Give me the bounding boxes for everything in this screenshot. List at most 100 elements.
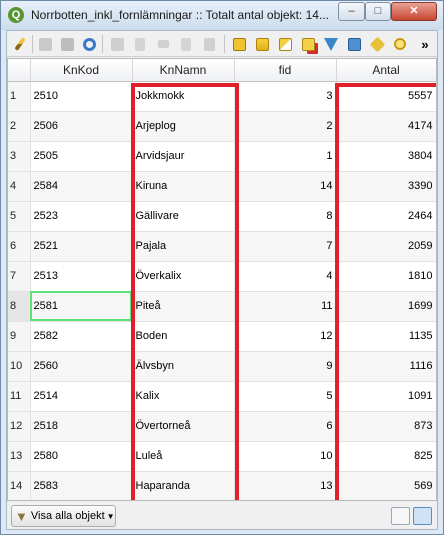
cell-knkod[interactable]: 2583 (30, 471, 133, 500)
delete-icon[interactable] (131, 35, 149, 53)
row-number[interactable]: 9 (8, 321, 31, 352)
refresh-icon[interactable] (80, 35, 98, 53)
table-row[interactable]: 12 2518 Övertorneå 6 873 (8, 411, 436, 442)
cell-fid[interactable]: 3 (234, 81, 337, 112)
cell-knnamn[interactable]: Piteå (132, 291, 235, 322)
table-row[interactable]: 10 2560 Älvsbyn 9 1116 (8, 351, 436, 382)
column-header-antal[interactable]: Antal (336, 59, 436, 82)
close-button[interactable]: ✕ (391, 2, 437, 21)
row-number[interactable]: 6 (8, 231, 31, 262)
cell-knkod[interactable]: 2505 (30, 141, 133, 172)
cell-fid[interactable]: 6 (234, 411, 337, 442)
table-row[interactable]: 11 2514 Kalix 5 1091 (8, 381, 436, 412)
cell-fid[interactable]: 2 (234, 111, 337, 142)
cell-knkod[interactable]: 2582 (30, 321, 133, 352)
expression-select-icon[interactable] (230, 35, 248, 53)
cell-knnamn[interactable]: Arvidsjaur (132, 141, 235, 172)
cell-fid[interactable]: 5 (234, 381, 337, 412)
edit-pencil-icon[interactable] (11, 35, 29, 53)
row-number[interactable]: 2 (8, 111, 31, 142)
cell-antal[interactable]: 1699 (336, 291, 436, 322)
cell-knnamn[interactable]: Haparanda (132, 471, 235, 500)
table-row[interactable]: 13 2580 Luleå 10 825 (8, 441, 436, 472)
cell-fid[interactable]: 11 (234, 291, 337, 322)
cell-antal[interactable]: 1116 (336, 351, 436, 382)
select-all-icon[interactable] (253, 35, 271, 53)
cell-fid[interactable]: 10 (234, 441, 337, 472)
cell-fid[interactable]: 9 (234, 351, 337, 382)
maximize-button[interactable]: □ (365, 2, 391, 21)
cell-knnamn[interactable]: Gällivare (132, 201, 235, 232)
title-bar[interactable]: Q Norrbotten_inkl_fornlämningar :: Total… (1, 1, 443, 30)
copy-icon[interactable] (177, 35, 195, 53)
corner-header[interactable] (8, 59, 31, 82)
table-row[interactable]: 3 2505 Arvidsjaur 1 3804 (8, 141, 436, 172)
cell-fid[interactable]: 12 (234, 321, 337, 352)
row-number[interactable]: 4 (8, 171, 31, 202)
cell-knkod[interactable]: 2560 (30, 351, 133, 382)
table-row[interactable]: 9 2582 Boden 12 1135 (8, 321, 436, 352)
cell-knnamn[interactable]: Arjeplog (132, 111, 235, 142)
cell-knnamn[interactable]: Kalix (132, 381, 235, 412)
cell-antal[interactable]: 1810 (336, 261, 436, 292)
table-row[interactable]: 8 2581 Piteå 11 1699 (8, 291, 436, 322)
cell-fid[interactable]: 7 (234, 231, 337, 262)
cell-antal[interactable]: 3390 (336, 171, 436, 202)
cell-knnamn[interactable]: Pajala (132, 231, 235, 262)
cell-antal[interactable]: 4174 (336, 111, 436, 142)
cell-fid[interactable]: 4 (234, 261, 337, 292)
cell-antal[interactable]: 5557 (336, 81, 436, 112)
row-number[interactable]: 1 (8, 81, 31, 112)
table-row[interactable]: 1 2510 Jokkmokk 3 5557 (8, 81, 436, 112)
cell-antal[interactable]: 2464 (336, 201, 436, 232)
deselect-icon[interactable] (299, 35, 317, 53)
add-feature-icon[interactable] (108, 35, 126, 53)
row-number[interactable]: 3 (8, 141, 31, 172)
cell-fid[interactable]: 8 (234, 201, 337, 232)
cell-knkod[interactable]: 2521 (30, 231, 133, 262)
cell-antal[interactable]: 825 (336, 441, 436, 472)
row-number[interactable]: 13 (8, 441, 31, 472)
toolbar-overflow-button[interactable]: » (416, 35, 434, 53)
cell-knkod[interactable]: 2518 (30, 411, 133, 442)
cell-fid[interactable]: 14 (234, 171, 337, 202)
form-view-icon[interactable] (391, 507, 410, 525)
table-row[interactable]: 5 2523 Gällivare 8 2464 (8, 201, 436, 232)
cell-antal[interactable]: 569 (336, 471, 436, 500)
cut-icon[interactable] (154, 35, 172, 53)
multi-edit-icon[interactable] (36, 35, 54, 53)
cell-knnamn[interactable]: Luleå (132, 441, 235, 472)
cell-knnamn[interactable]: Kiruna (132, 171, 235, 202)
filter-icon[interactable] (322, 35, 340, 53)
cell-antal[interactable]: 873 (336, 411, 436, 442)
cell-knnamn[interactable]: Överkalix (132, 261, 235, 292)
row-number[interactable]: 7 (8, 261, 31, 292)
cell-antal[interactable]: 2059 (336, 231, 436, 262)
table-row[interactable]: 7 2513 Överkalix 4 1810 (8, 261, 436, 292)
row-number[interactable]: 12 (8, 411, 31, 442)
row-number[interactable]: 11 (8, 381, 31, 412)
save-icon[interactable] (58, 35, 76, 53)
show-all-features-button[interactable]: ▼ Visa alla objekt ▼ (11, 505, 116, 527)
row-number[interactable]: 10 (8, 351, 31, 382)
cell-antal[interactable]: 1135 (336, 321, 436, 352)
table-row[interactable]: 4 2584 Kiruna 14 3390 (8, 171, 436, 202)
cell-fid[interactable]: 1 (234, 141, 337, 172)
table-row[interactable]: 14 2583 Haparanda 13 569 (8, 471, 436, 500)
minimize-button[interactable]: – (338, 2, 365, 21)
cell-knnamn[interactable]: Älvsbyn (132, 351, 235, 382)
cell-fid[interactable]: 13 (234, 471, 337, 500)
cell-knnamn[interactable]: Övertorneå (132, 411, 235, 442)
cell-knkod[interactable]: 2584 (30, 171, 133, 202)
cell-knkod[interactable]: 2514 (30, 381, 133, 412)
cell-knkod[interactable]: 2506 (30, 111, 133, 142)
cell-knkod[interactable]: 2513 (30, 261, 133, 292)
cell-knkod[interactable]: 2581 (30, 291, 133, 322)
row-number[interactable]: 14 (8, 471, 31, 500)
row-number[interactable]: 8 (8, 291, 31, 322)
invert-selection-icon[interactable] (276, 35, 294, 53)
column-header-knkod[interactable]: KnKod (30, 59, 133, 82)
cell-antal[interactable]: 1091 (336, 381, 436, 412)
cell-knkod[interactable]: 2580 (30, 441, 133, 472)
pan-to-icon[interactable] (368, 35, 386, 53)
